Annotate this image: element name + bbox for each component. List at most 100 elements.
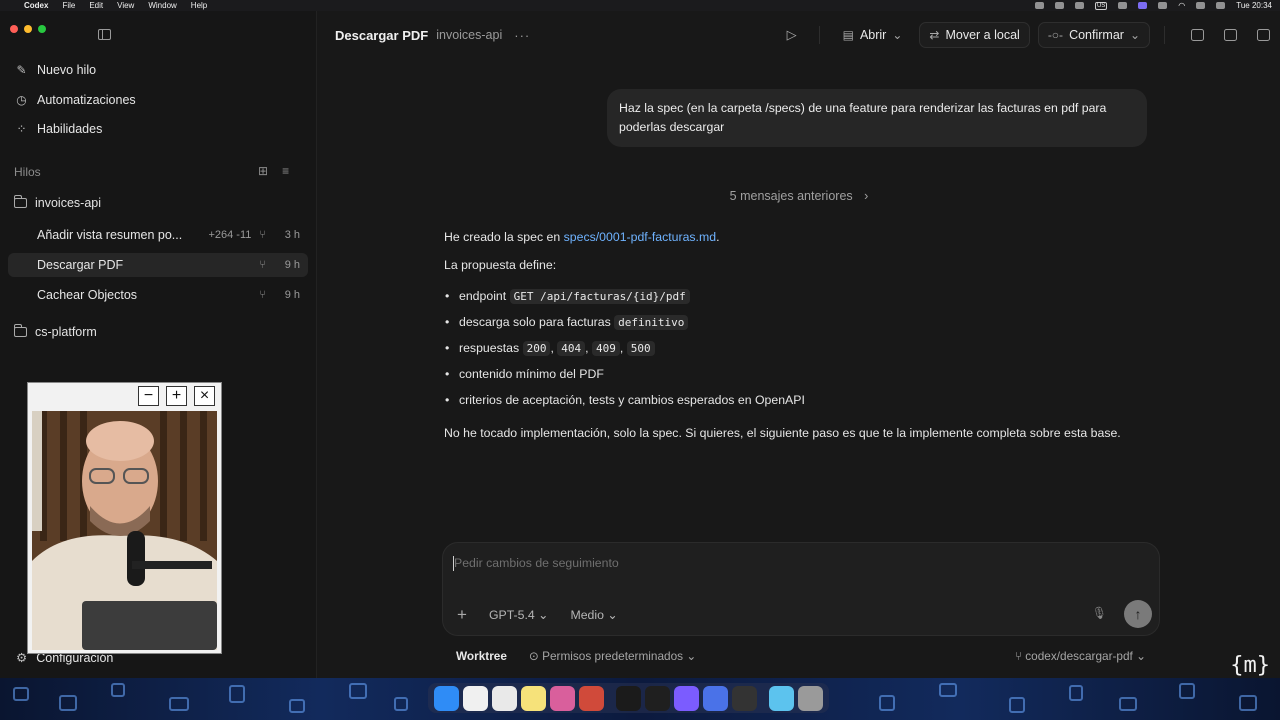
search-icon[interactable]: [1196, 2, 1206, 9]
move-to-local-button[interactable]: ⇄ Mover a local: [919, 22, 1030, 48]
open-button-label: Abrir: [859, 28, 887, 42]
control-center-icon[interactable]: [1216, 2, 1226, 9]
project-name: invoices-api: [35, 196, 102, 210]
worktree-toggle[interactable]: Worktree: [456, 649, 507, 663]
commit-button[interactable]: -○- Confirmar ⌄: [1037, 22, 1150, 48]
permissions-label: Permisos predeterminados: [542, 649, 684, 663]
maximize-icon[interactable]: +: [166, 386, 187, 406]
input-source-indicator[interactable]: US: [1094, 1, 1108, 10]
battery-icon[interactable]: [1158, 2, 1168, 9]
composer: Pedir cambios de seguimiento + GPT-5.4 ⌄…: [442, 542, 1160, 636]
tray-icon[interactable]: [1074, 2, 1084, 9]
tray-icon[interactable]: [1054, 2, 1064, 9]
compose-icon: ✎: [16, 63, 27, 77]
webcam-video-feed: [32, 411, 217, 650]
close-window-button[interactable]: [10, 25, 18, 33]
volume-icon[interactable]: [1118, 2, 1128, 9]
photos-icon[interactable]: [550, 685, 575, 711]
list-item: criterios de aceptación, tests y cambios…: [444, 387, 1144, 413]
menu-help[interactable]: Help: [191, 1, 207, 10]
chevron-down-icon: ⌄: [607, 608, 618, 622]
filter-icon[interactable]: ≡: [282, 164, 289, 178]
older-messages-toggle[interactable]: 5 mensajes anteriores ›: [318, 189, 1280, 203]
textedit-icon[interactable]: [732, 685, 757, 711]
slack-icon[interactable]: [492, 685, 517, 711]
minimize-icon[interactable]: −: [138, 386, 159, 406]
webcam-window-controls: − + ×: [138, 386, 215, 406]
bullet-text: contenido mínimo del PDF: [459, 367, 604, 381]
answer-closing: No he tocado implementación, solo la spe…: [444, 426, 1121, 440]
spec-file-link[interactable]: specs/0001-pdf-facturas.md: [564, 230, 716, 244]
project-cs-platform[interactable]: cs-platform: [14, 324, 97, 339]
trash-icon[interactable]: [798, 685, 823, 711]
open-button[interactable]: ▤ Abrir ⌄: [834, 22, 912, 48]
attach-plus-icon[interactable]: +: [457, 605, 467, 625]
nav-skills-label: Habilidades: [37, 122, 103, 136]
webcam-overlay-window[interactable]: − + ×: [27, 382, 222, 654]
screen-mirror-icon[interactable]: [1138, 2, 1148, 9]
menu-window[interactable]: Window: [148, 1, 176, 10]
terminal-icon[interactable]: [1191, 29, 1204, 41]
menu-file[interactable]: File: [62, 1, 75, 10]
new-folder-icon[interactable]: ⊞: [258, 164, 268, 178]
bullet-text: endpoint: [459, 289, 507, 303]
divider: [1164, 26, 1165, 44]
project-invoices-api[interactable]: invoices-api: [14, 195, 102, 210]
menu-edit[interactable]: Edit: [89, 1, 103, 10]
close-icon[interactable]: ×: [194, 386, 215, 406]
discord-icon[interactable]: [674, 685, 699, 711]
finder-icon[interactable]: [434, 685, 459, 711]
thread-title: Cachear Objectos: [37, 288, 138, 302]
thread-item-active[interactable]: Descargar PDF ⑂ 9 h: [8, 253, 308, 277]
send-button[interactable]: ↑: [1124, 600, 1152, 628]
run-icon[interactable]: ▷: [787, 27, 797, 43]
folder-icon: [14, 324, 27, 337]
sidebar-toggle-icon[interactable]: [98, 29, 111, 40]
effort-selector[interactable]: Medio ⌄: [570, 608, 617, 622]
list-item: contenido mínimo del PDF: [444, 361, 1144, 387]
macos-menu-bar: Codex File Edit View Window Help US ◠ Tu…: [0, 0, 1280, 11]
nav-automations[interactable]: ◷ Automatizaciones: [14, 93, 135, 107]
main-panel: Descargar PDF invoices-api ··· ▷ ▤ Abrir…: [318, 11, 1280, 678]
more-options-icon[interactable]: ···: [514, 28, 530, 43]
bullet-text: criterios de aceptación, tests y cambios…: [459, 393, 805, 407]
nav-skills[interactable]: ⁘ Habilidades: [14, 122, 102, 136]
tray-icon[interactable]: [1034, 2, 1044, 9]
gear-icon: ⚙: [16, 651, 28, 665]
follow-up-input[interactable]: Pedir cambios de seguimiento: [453, 556, 619, 571]
wifi-icon[interactable]: ◠: [1178, 1, 1185, 10]
assistant-message: He creado la spec en specs/0001-pdf-fact…: [444, 227, 1144, 443]
thread-time: 9 h: [284, 259, 300, 271]
thread-time: 3 h: [284, 229, 300, 241]
microphone-icon[interactable]: 🎙: [1092, 606, 1107, 620]
threads-section-label: Hilos: [14, 165, 41, 179]
thread-project-name[interactable]: invoices-api: [436, 28, 502, 42]
branch-selector[interactable]: ⑂ codex/descargar-pdf ⌄: [1015, 649, 1146, 663]
answer-intro-text: He creado la spec en: [444, 230, 561, 244]
channel-watermark-logo: {m}: [1230, 653, 1270, 678]
thread-diff-stat: +264 -11: [208, 229, 252, 241]
thread-item[interactable]: Añadir vista resumen po... +264 -11 ⑂ 3 …: [8, 223, 308, 247]
menu-app-name[interactable]: Codex: [24, 1, 48, 10]
codex-app-icon[interactable]: [645, 685, 670, 711]
minimize-window-button[interactable]: [24, 25, 32, 33]
folder-icon: [14, 195, 27, 208]
nav-new-thread[interactable]: ✎ Nuevo hilo: [14, 63, 96, 77]
terminal-app-icon[interactable]: [616, 685, 641, 711]
diff-panel-icon[interactable]: [1224, 29, 1237, 41]
branch-icon: ⑂: [1014, 649, 1026, 663]
chevron-down-icon: ⌄: [686, 649, 697, 663]
menu-clock[interactable]: Tue 20:34: [1236, 1, 1272, 10]
review-icon[interactable]: [1257, 29, 1270, 41]
chrome-icon[interactable]: [463, 685, 488, 711]
zoom-icon[interactable]: [703, 685, 728, 711]
model-selector[interactable]: GPT-5.4 ⌄: [489, 608, 549, 622]
thread-item[interactable]: Cachear Objectos ⑂ 9 h: [8, 283, 308, 307]
notes-icon[interactable]: [521, 685, 546, 711]
menu-view[interactable]: View: [117, 1, 134, 10]
permissions-selector[interactable]: ⊙ Permisos predeterminados ⌄: [529, 649, 696, 663]
downloads-folder-icon[interactable]: [769, 685, 794, 711]
settings-app-icon[interactable]: [579, 685, 604, 711]
zoom-window-button[interactable]: [38, 25, 46, 33]
window-controls: [10, 25, 46, 33]
